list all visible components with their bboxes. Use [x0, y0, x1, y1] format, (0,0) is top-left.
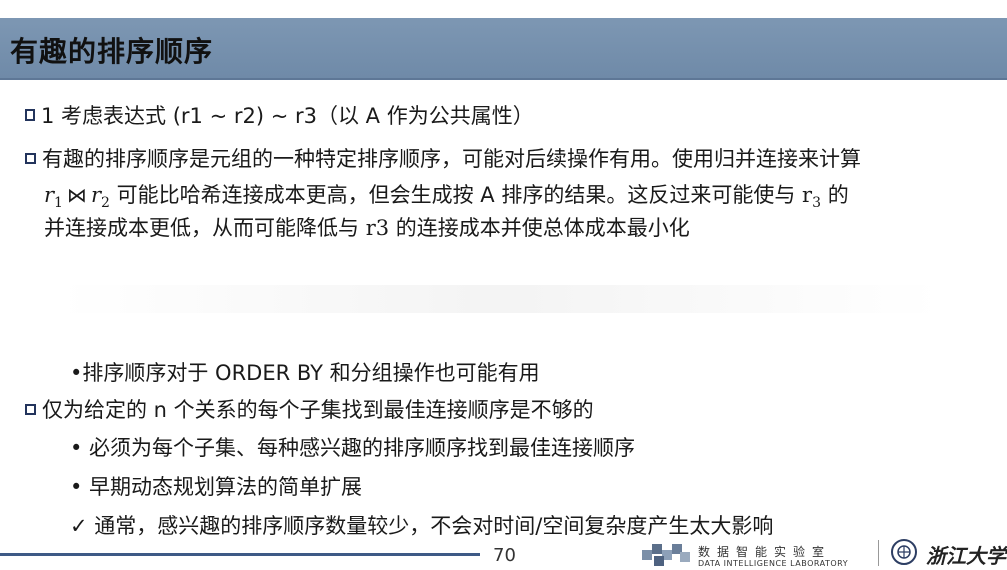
square-bullet-icon	[25, 153, 36, 164]
sub-bullet-order-by: •排序顺序对于 ORDER BY 和分组操作也可能有用	[70, 357, 540, 387]
lab-logo: 数据智能实验室 DATA INTELLIGENCE LABORATORY	[640, 540, 875, 568]
sub-bullet-7: • 必须为每个子集、每种感兴趣的排序顺序找到最佳连接顺序	[70, 432, 635, 462]
line4-text-b: 的连接成本并使总体成本最小化	[395, 216, 690, 240]
line4-text-a: 并连接成本更低，从而可能降低与	[44, 216, 359, 240]
university-logo: 浙江大学	[888, 538, 1007, 568]
line3-end: 的	[827, 183, 849, 207]
line8-text: • 早期动态规划算法的简单扩展	[70, 475, 363, 499]
top-strip	[0, 0, 1007, 18]
r3-symbol: r	[802, 183, 813, 207]
r1-subscript: 1	[54, 195, 63, 211]
footer-divider	[878, 540, 879, 566]
r1-symbol: r	[44, 183, 55, 207]
line2-text: 有趣的排序顺序是元组的一种特定排序顺序，可能对后续操作有用。使用归并连接来计算	[42, 147, 861, 171]
page-number: 70	[493, 545, 516, 566]
line-4: 并连接成本更低，从而可能降低与 r3 的连接成本并使总体成本最小化	[44, 212, 690, 242]
r3-subscript: 3	[812, 195, 821, 211]
square-bullet-icon	[25, 109, 35, 121]
title-bar: 有趣的排序顺序	[0, 18, 1007, 80]
slide-title: 有趣的排序顺序	[10, 35, 214, 68]
footer-bar	[0, 553, 480, 556]
faded-region	[60, 285, 940, 313]
lab-cubes-icon	[642, 544, 690, 566]
line3-text: 可能比哈希连接成本更高，但会生成按 A 排序的结果。这反过来可能使与	[116, 183, 796, 207]
r2-subscript: 2	[101, 195, 110, 211]
line1-text: 1 考虑表达式 (r1 ~ r2) ~ r3（以 A 作为公共属性）	[41, 104, 534, 128]
check-bullet-9: ✓ 通常，感兴趣的排序顺序数量较少，不会对时间/空间复杂度产生太大影响	[70, 510, 773, 540]
line6-text: 仅为给定的 n 个关系的每个子集找到最佳连接顺序是不够的	[42, 398, 594, 422]
r2-symbol: r	[90, 183, 102, 207]
line5-text: •排序顺序对于 ORDER BY 和分组操作也可能有用	[70, 361, 540, 385]
formula-line: r1 ⋈ r2 可能比哈希连接成本更高，但会生成按 A 排序的结果。这反过来可能使与…	[44, 179, 849, 211]
line7-text: • 必须为每个子集、每种感兴趣的排序顺序找到最佳连接顺序	[70, 436, 636, 460]
university-name: 浙江大学	[926, 544, 1006, 568]
sub-bullet-8: • 早期动态规划算法的简单扩展	[70, 471, 362, 501]
square-bullet-icon	[25, 404, 36, 415]
lab-name-en: DATA INTELLIGENCE LABORATORY	[698, 559, 849, 568]
line9-text: ✓ 通常，感兴趣的排序顺序数量较少，不会对时间/空间复杂度产生太大影响	[70, 514, 774, 538]
join-icon: ⋈	[66, 183, 87, 207]
bullet-line-2: 有趣的排序顺序是元组的一种特定排序顺序，可能对后续操作有用。使用归并连接来计算	[25, 143, 861, 173]
university-seal-icon	[891, 539, 917, 565]
lab-name-cn: 数据智能实验室	[698, 545, 832, 559]
bullet-line-6: 仅为给定的 n 个关系的每个子集找到最佳连接顺序是不够的	[25, 394, 594, 424]
r3-plain-symbol: r3	[365, 216, 390, 240]
bullet-line-1: 1 考虑表达式 (r1 ~ r2) ~ r3（以 A 作为公共属性）	[25, 100, 534, 130]
